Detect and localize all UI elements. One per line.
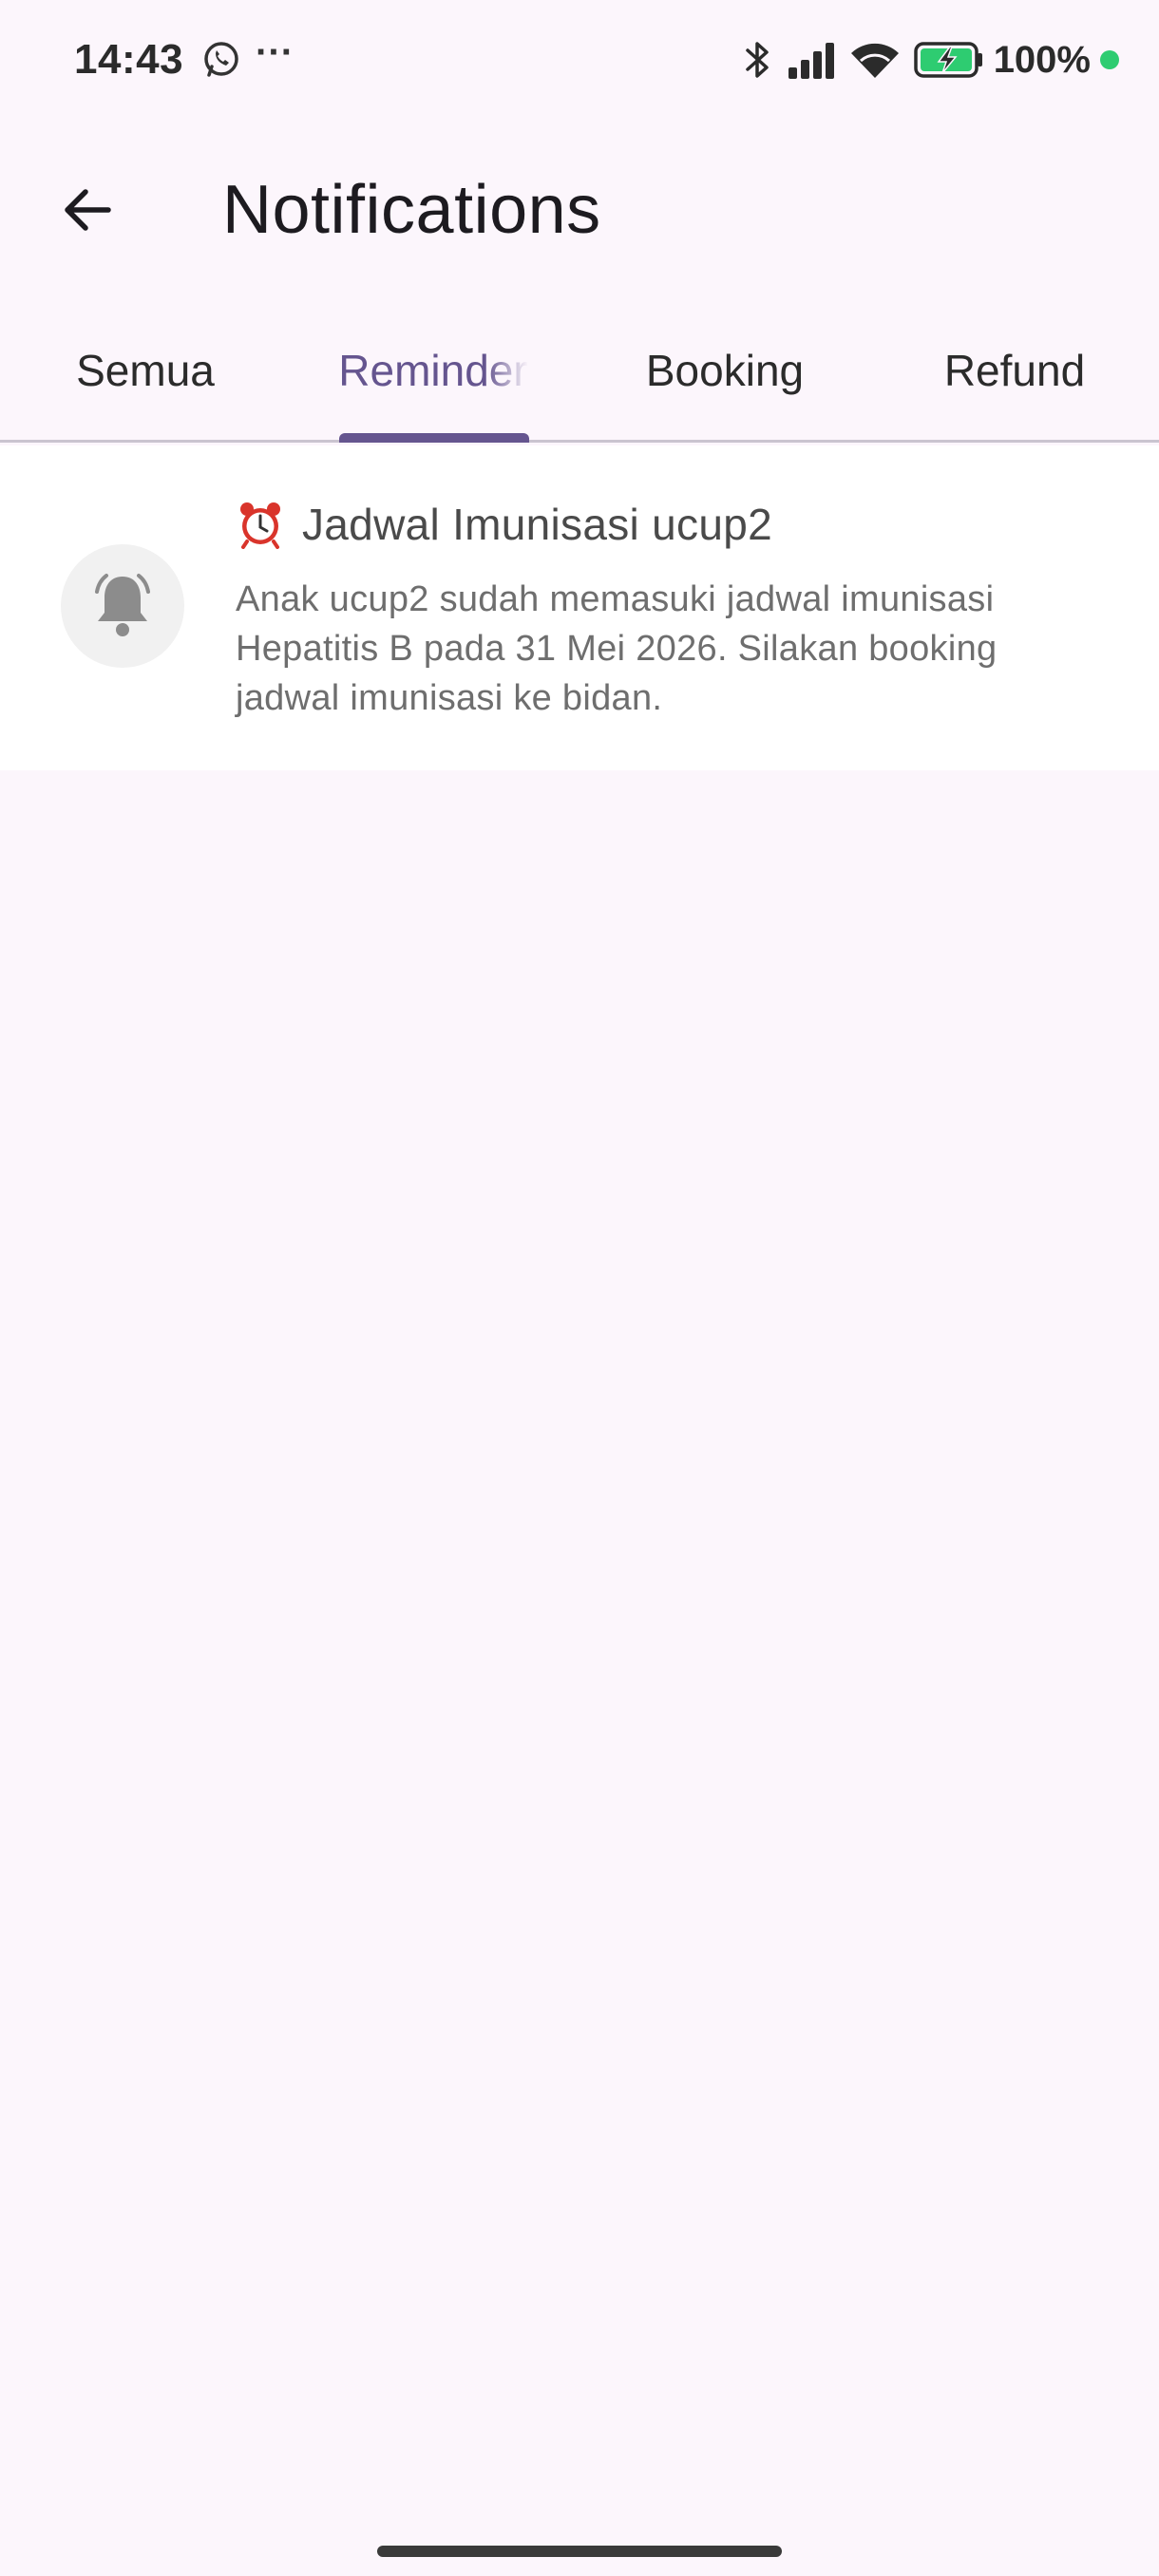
tab-reminder[interactable]: Reminder <box>338 300 528 440</box>
bluetooth-icon <box>743 38 773 82</box>
battery-charging-icon <box>913 41 984 79</box>
signal-icon <box>787 41 836 79</box>
more-icon: ··· <box>256 31 294 73</box>
status-bar: 14:43 ··· 100% <box>0 0 1159 120</box>
wifi-icon <box>849 40 901 80</box>
notification-title-text: Jadwal Imunisasi ucup2 <box>302 500 772 549</box>
page-title: Notifications <box>222 172 601 248</box>
back-button[interactable] <box>48 170 127 250</box>
notification-title: Jadwal Imunisasi ucup2 <box>236 499 772 550</box>
gesture-navigation-bar[interactable] <box>377 2546 782 2557</box>
tab-label: Refund <box>943 345 1086 395</box>
status-time: 14:43 <box>74 36 184 83</box>
tab-label: Reminder <box>338 345 528 395</box>
battery-percentage: 100% <box>993 38 1091 81</box>
notification-avatar <box>61 544 184 668</box>
tab-semua[interactable]: Semua <box>74 300 217 440</box>
tab-bar: Semua Reminder Booking Refund <box>0 300 1159 443</box>
status-right: 100% <box>730 38 1119 82</box>
notification-item[interactable]: Jadwal Imunisasi ucup2 Anak ucup2 sudah … <box>0 445 1159 770</box>
status-left: 14:43 ··· <box>74 31 294 84</box>
tab-refund[interactable]: Refund <box>940 300 1089 440</box>
arrow-back-icon <box>65 189 111 231</box>
status-dot <box>1100 50 1119 69</box>
tab-label: Semua <box>76 345 215 395</box>
alarm-clock-icon <box>236 500 285 549</box>
notification-list: Jadwal Imunisasi ucup2 Anak ucup2 sudah … <box>0 445 1159 770</box>
app-bar: Notifications <box>0 120 1159 300</box>
notification-body: Anak ucup2 sudah memasuki jadwal imunisa… <box>236 579 998 718</box>
bell-icon <box>95 574 150 636</box>
tab-booking[interactable]: Booking <box>640 300 809 440</box>
tab-indicator <box>339 433 529 443</box>
tab-label: Booking <box>645 345 805 395</box>
whatsapp-icon <box>200 39 242 81</box>
